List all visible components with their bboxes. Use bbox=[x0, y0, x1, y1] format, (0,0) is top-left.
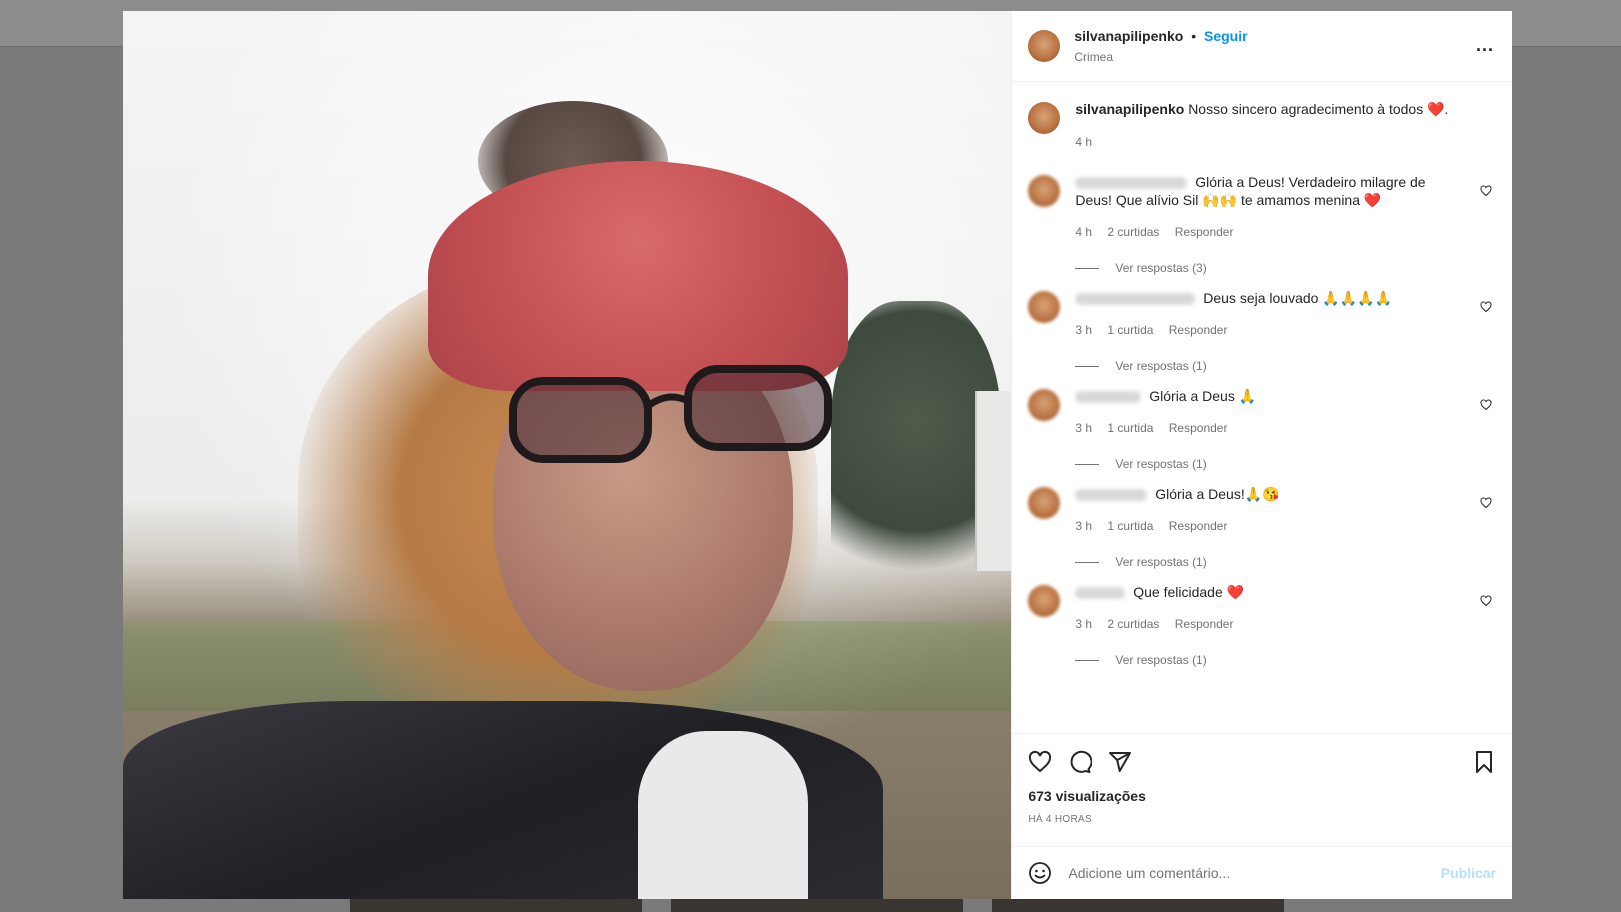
commenter-username-blurred[interactable] bbox=[1075, 391, 1142, 404]
comment-likes[interactable]: 1 curtida bbox=[1107, 323, 1153, 337]
background-thumbnail bbox=[350, 898, 642, 912]
view-replies-button[interactable]: Ver respostas (1) bbox=[1075, 359, 1496, 373]
views-count[interactable]: 673 visualizações bbox=[1028, 788, 1496, 804]
reply-button[interactable]: Responder bbox=[1169, 519, 1228, 533]
comment-icon[interactable] bbox=[1068, 750, 1093, 774]
comment-time: 3 h bbox=[1075, 421, 1093, 435]
reply-button[interactable]: Responder bbox=[1169, 323, 1228, 337]
caption-emoji: ❤️ bbox=[1427, 102, 1445, 118]
replies-line bbox=[1075, 365, 1100, 367]
commenter-avatar[interactable] bbox=[1028, 389, 1061, 421]
like-comment-icon[interactable] bbox=[1480, 185, 1492, 197]
reply-button[interactable]: Responder bbox=[1169, 421, 1228, 435]
add-comment-bar: Publicar bbox=[1012, 846, 1512, 899]
comment-text: Glória a Deus!🙏😘 bbox=[1155, 486, 1280, 502]
view-replies-button[interactable]: Ver respostas (3) bbox=[1075, 261, 1496, 275]
post-actions: 673 visualizações HÁ 4 HORAS bbox=[1012, 733, 1512, 846]
view-replies-label: Ver respostas (1) bbox=[1115, 653, 1207, 667]
comment-likes[interactable]: 1 curtida bbox=[1107, 421, 1153, 435]
comment-time: 3 h bbox=[1075, 323, 1093, 337]
share-icon[interactable] bbox=[1108, 750, 1132, 774]
view-replies-button[interactable]: Ver respostas (1) bbox=[1075, 653, 1496, 667]
view-replies-button[interactable]: Ver respostas (1) bbox=[1075, 457, 1496, 471]
post-side-panel: silvanapilipenko • Seguir Crimea ... sil… bbox=[1011, 11, 1512, 899]
comment-likes[interactable]: 2 curtidas bbox=[1107, 225, 1159, 239]
view-replies-label: Ver respostas (1) bbox=[1115, 457, 1207, 471]
background-thumbnail bbox=[992, 898, 1284, 912]
caption-time: 4 h bbox=[1075, 135, 1093, 149]
comment-time: 3 h bbox=[1075, 617, 1093, 631]
commenter-avatar[interactable] bbox=[1028, 487, 1061, 519]
commenter-username-blurred[interactable] bbox=[1075, 489, 1148, 502]
comment-item: Glória a Deus 🙏 3 h 1 curtida Responder bbox=[1028, 387, 1496, 437]
comment-time: 4 h bbox=[1075, 225, 1093, 239]
post-modal: silvanapilipenko • Seguir Crimea ... sil… bbox=[123, 11, 1512, 899]
comment-item: Que felicidade ❤️ 3 h 2 curtidas Respond… bbox=[1028, 583, 1496, 633]
post-timestamp[interactable]: HÁ 4 HORAS bbox=[1028, 814, 1496, 825]
publish-button[interactable]: Publicar bbox=[1441, 865, 1496, 881]
reply-button[interactable]: Responder bbox=[1175, 617, 1234, 631]
comment-text: Que felicidade ❤️ bbox=[1133, 584, 1245, 600]
reply-button[interactable]: Responder bbox=[1175, 225, 1234, 239]
commenter-avatar[interactable] bbox=[1028, 585, 1061, 617]
author-username[interactable]: silvanapilipenko bbox=[1074, 28, 1183, 44]
heart-icon[interactable] bbox=[1028, 750, 1052, 774]
view-replies-label: Ver respostas (1) bbox=[1115, 359, 1207, 373]
comments-list[interactable]: silvanapilipenko Nosso sincero agradecim… bbox=[1012, 82, 1512, 733]
view-replies-button[interactable]: Ver respostas (1) bbox=[1075, 555, 1496, 569]
video-building bbox=[975, 391, 1012, 571]
post-video[interactable] bbox=[123, 11, 1012, 899]
comment-text: Glória a Deus 🙏 bbox=[1149, 388, 1257, 404]
separator-dot: • bbox=[1191, 28, 1197, 44]
comment-time: 3 h bbox=[1075, 519, 1093, 533]
video-person-glasses bbox=[509, 365, 832, 463]
caption-suffix: . bbox=[1444, 101, 1449, 117]
post-header: silvanapilipenko • Seguir Crimea ... bbox=[1012, 11, 1512, 82]
comment-item: Glória a Deus!🙏😘 3 h 1 curtida Responder bbox=[1028, 485, 1496, 535]
caption-username[interactable]: silvanapilipenko bbox=[1075, 101, 1184, 117]
comment-text: Deus seja louvado 🙏🙏🙏🙏 bbox=[1203, 290, 1393, 306]
comment-input[interactable] bbox=[1066, 864, 1441, 882]
replies-line bbox=[1075, 463, 1100, 465]
comment-item: Glória a Deus! Verdadeiro milagre de Deu… bbox=[1028, 173, 1496, 241]
post-location[interactable]: Crimea bbox=[1074, 50, 1247, 64]
commenter-username-blurred[interactable] bbox=[1075, 177, 1188, 190]
comment-likes[interactable]: 1 curtida bbox=[1107, 519, 1153, 533]
smiley-icon[interactable] bbox=[1028, 861, 1052, 885]
like-comment-icon[interactable] bbox=[1480, 497, 1492, 509]
replies-line bbox=[1075, 561, 1100, 563]
more-options-icon[interactable]: ... bbox=[1476, 35, 1494, 56]
follow-button[interactable]: Seguir bbox=[1204, 28, 1248, 44]
comment-item: Deus seja louvado 🙏🙏🙏🙏 3 h 1 curtida Res… bbox=[1028, 289, 1496, 339]
author-avatar[interactable] bbox=[1028, 30, 1061, 62]
commenter-username-blurred[interactable] bbox=[1075, 293, 1196, 306]
view-replies-label: Ver respostas (3) bbox=[1115, 261, 1207, 275]
like-comment-icon[interactable] bbox=[1480, 301, 1492, 313]
caption-text: Nosso sincero agradecimento à todos bbox=[1188, 101, 1424, 117]
post-caption: silvanapilipenko Nosso sincero agradecim… bbox=[1028, 100, 1496, 151]
video-person-shirt bbox=[638, 731, 808, 899]
replies-line bbox=[1075, 267, 1100, 269]
background-thumbnail bbox=[671, 898, 963, 912]
commenter-avatar[interactable] bbox=[1028, 175, 1061, 207]
bookmark-icon[interactable] bbox=[1472, 750, 1496, 774]
replies-line bbox=[1075, 659, 1100, 661]
like-comment-icon[interactable] bbox=[1480, 399, 1492, 411]
commenter-username-blurred[interactable] bbox=[1075, 587, 1126, 600]
commenter-avatar[interactable] bbox=[1028, 291, 1061, 323]
like-comment-icon[interactable] bbox=[1480, 595, 1492, 607]
view-replies-label: Ver respostas (1) bbox=[1115, 555, 1207, 569]
video-person-hat bbox=[428, 161, 848, 391]
author-avatar[interactable] bbox=[1028, 102, 1061, 134]
comment-likes[interactable]: 2 curtidas bbox=[1107, 617, 1159, 631]
